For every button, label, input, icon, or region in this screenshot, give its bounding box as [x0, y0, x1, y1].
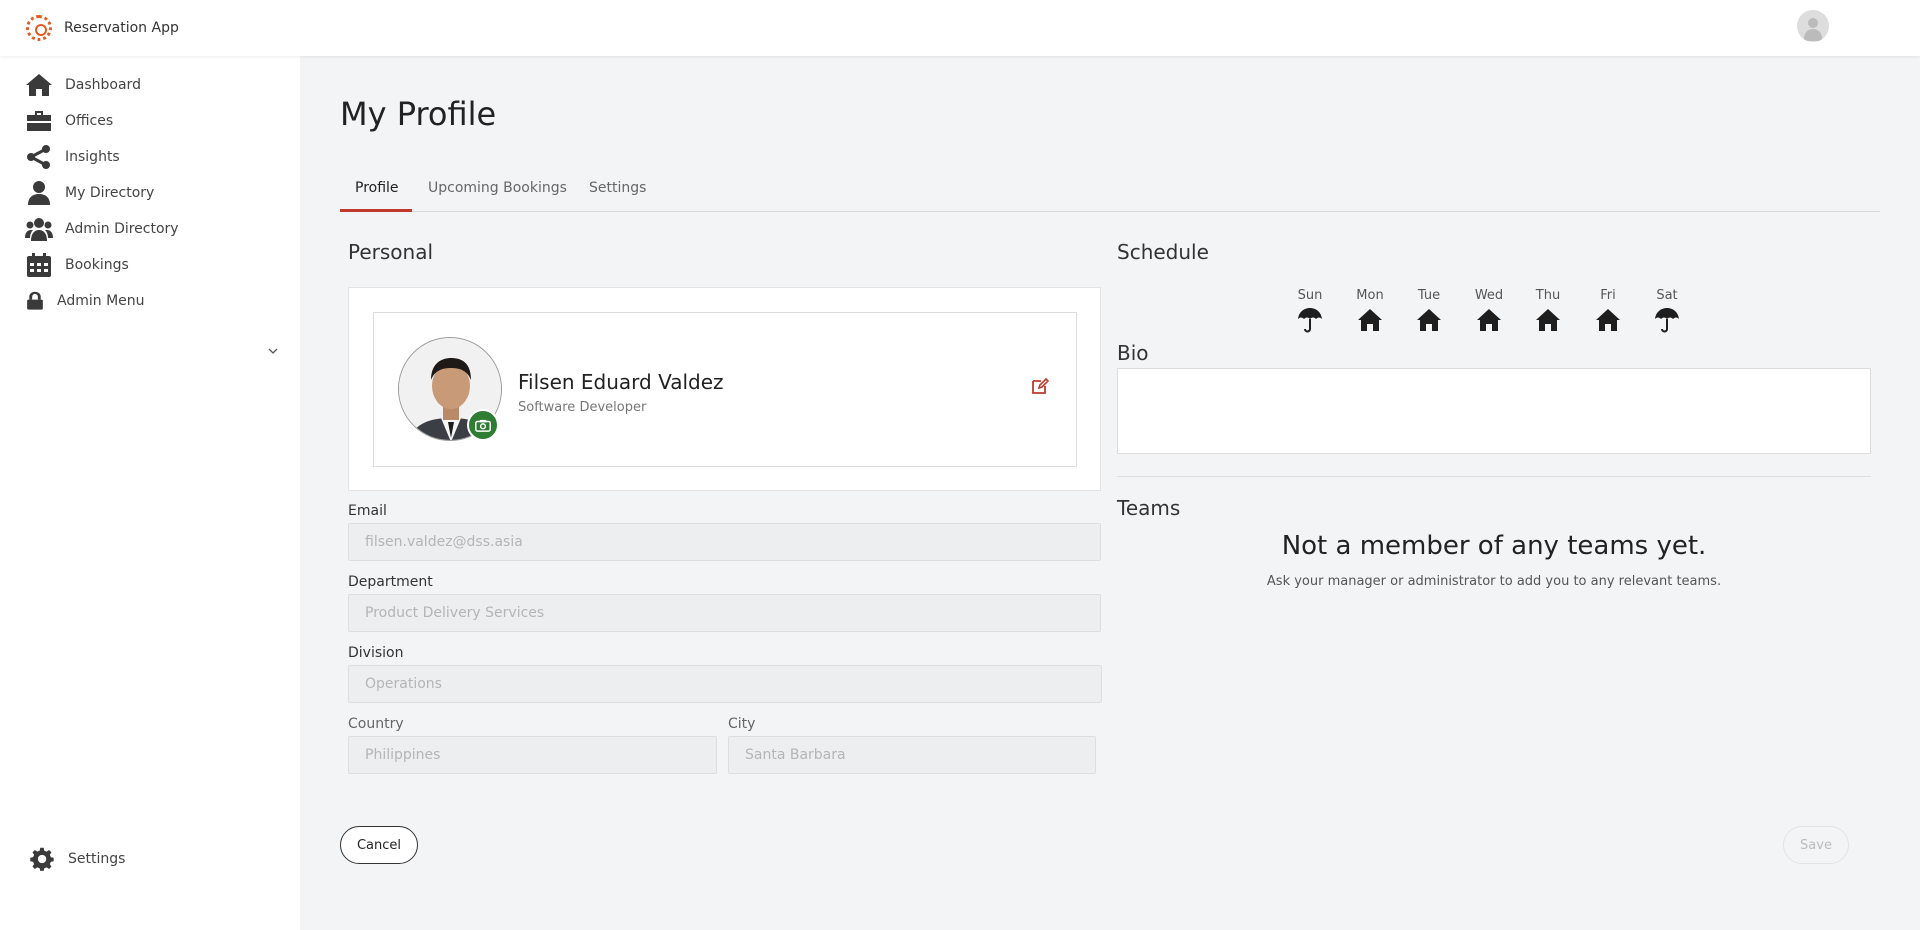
user-icon [28, 181, 50, 205]
city-label: City [728, 716, 756, 732]
email-label: Email [348, 503, 387, 519]
day-label: Fri [1600, 288, 1616, 303]
umbrella-icon [1655, 308, 1679, 333]
sidebar-item-label: Settings [68, 851, 126, 867]
day-label: Sun [1297, 288, 1323, 303]
day-label: Sat [1656, 288, 1678, 303]
home-icon [1417, 309, 1441, 331]
edit-icon[interactable] [1030, 376, 1050, 396]
bio-textarea[interactable] [1117, 368, 1871, 454]
sidebar-item-offices[interactable]: Offices [25, 108, 113, 134]
teams-empty-title: Not a member of any teams yet. [1281, 531, 1707, 561]
sidebar-item-settings[interactable]: Settings [30, 846, 125, 872]
schedule-day-tue[interactable]: Tue [1409, 288, 1449, 333]
sidebar-item-label: Offices [65, 113, 114, 129]
division-field[interactable]: Operations [348, 665, 1102, 703]
department-field[interactable]: Product Delivery Services [348, 594, 1101, 632]
personal-card: Filsen Eduard Valdez Software Developer [348, 287, 1101, 491]
change-photo-button[interactable] [467, 409, 499, 441]
sidebar: Dashboard Offices Insights My Directory … [0, 56, 300, 930]
schedule-day-sun[interactable]: Sun [1290, 288, 1330, 333]
schedule-day-wed[interactable]: Wed [1469, 288, 1509, 333]
teams-empty-subtitle: Ask your manager or administrator to add… [1266, 574, 1722, 589]
tab-upcoming-bookings[interactable]: Upcoming Bookings [428, 180, 567, 196]
home-icon [26, 74, 52, 96]
sidebar-item-bookings[interactable]: Bookings [25, 252, 129, 278]
personal-section-title: Personal [348, 240, 434, 264]
department-label: Department [348, 574, 433, 590]
division-label: Division [348, 645, 404, 661]
chevron-down-icon[interactable] [268, 346, 278, 356]
tab-bar: Profile Upcoming Bookings Settings [340, 170, 1880, 212]
sidebar-item-label: My Directory [65, 185, 155, 201]
app-logo-icon [26, 15, 52, 41]
sidebar-item-label: Dashboard [65, 77, 141, 93]
sidebar-item-admin-menu[interactable]: Admin Menu [25, 288, 145, 314]
brand[interactable]: Reservation App [26, 15, 179, 41]
profile-summary: Filsen Eduard Valdez Software Developer [373, 312, 1077, 467]
gear-icon [30, 847, 54, 871]
lock-icon [27, 291, 43, 310]
country-label: Country [348, 716, 404, 732]
sidebar-item-my-directory[interactable]: My Directory [25, 180, 154, 206]
day-label: Tue [1417, 288, 1441, 303]
day-label: Wed [1474, 288, 1504, 303]
sidebar-item-dashboard[interactable]: Dashboard [25, 72, 141, 98]
country-field[interactable]: Philippines [348, 736, 717, 774]
cancel-button[interactable]: Cancel [340, 826, 418, 864]
home-icon [1358, 309, 1382, 331]
calendar-icon [27, 253, 51, 277]
save-button[interactable]: Save [1783, 826, 1849, 864]
home-icon [1596, 309, 1620, 331]
page-title: My Profile [340, 95, 497, 133]
schedule-day-fri[interactable]: Fri [1588, 288, 1628, 333]
sidebar-item-insights[interactable]: Insights [25, 144, 120, 170]
camera-icon [475, 419, 491, 432]
home-icon [1477, 309, 1501, 331]
divider [1117, 476, 1871, 477]
user-avatar[interactable] [1797, 10, 1829, 42]
home-icon [1536, 309, 1560, 331]
schedule-day-mon[interactable]: Mon [1350, 288, 1390, 333]
users-icon [25, 218, 53, 241]
active-tab-indicator [340, 209, 412, 212]
sidebar-item-label: Bookings [65, 257, 129, 273]
sidebar-item-label: Insights [65, 149, 120, 165]
profile-role: Software Developer [518, 400, 647, 415]
app-name: Reservation App [64, 20, 179, 36]
email-field[interactable]: filsen.valdez@dss.asia [348, 523, 1101, 561]
teams-section-title: Teams [1117, 496, 1181, 520]
day-label: Mon [1356, 288, 1384, 303]
schedule-day-thu[interactable]: Thu [1528, 288, 1568, 333]
umbrella-icon [1298, 308, 1322, 333]
bio-section-title: Bio [1117, 341, 1149, 365]
top-bar: Reservation App [0, 0, 1920, 56]
tab-profile[interactable]: Profile [355, 180, 399, 196]
sidebar-item-label: Admin Directory [65, 221, 179, 237]
day-label: Thu [1535, 288, 1561, 303]
sidebar-item-label: Admin Menu [57, 293, 145, 309]
city-field[interactable]: Santa Barbara [728, 736, 1096, 774]
schedule-day-sat[interactable]: Sat [1647, 288, 1687, 333]
sidebar-item-admin-directory[interactable]: Admin Directory [25, 216, 179, 242]
profile-name: Filsen Eduard Valdez [518, 370, 724, 394]
tab-settings[interactable]: Settings [589, 180, 646, 196]
schedule-section-title: Schedule [1117, 240, 1209, 264]
share-icon [27, 145, 50, 169]
briefcase-icon [27, 111, 51, 131]
